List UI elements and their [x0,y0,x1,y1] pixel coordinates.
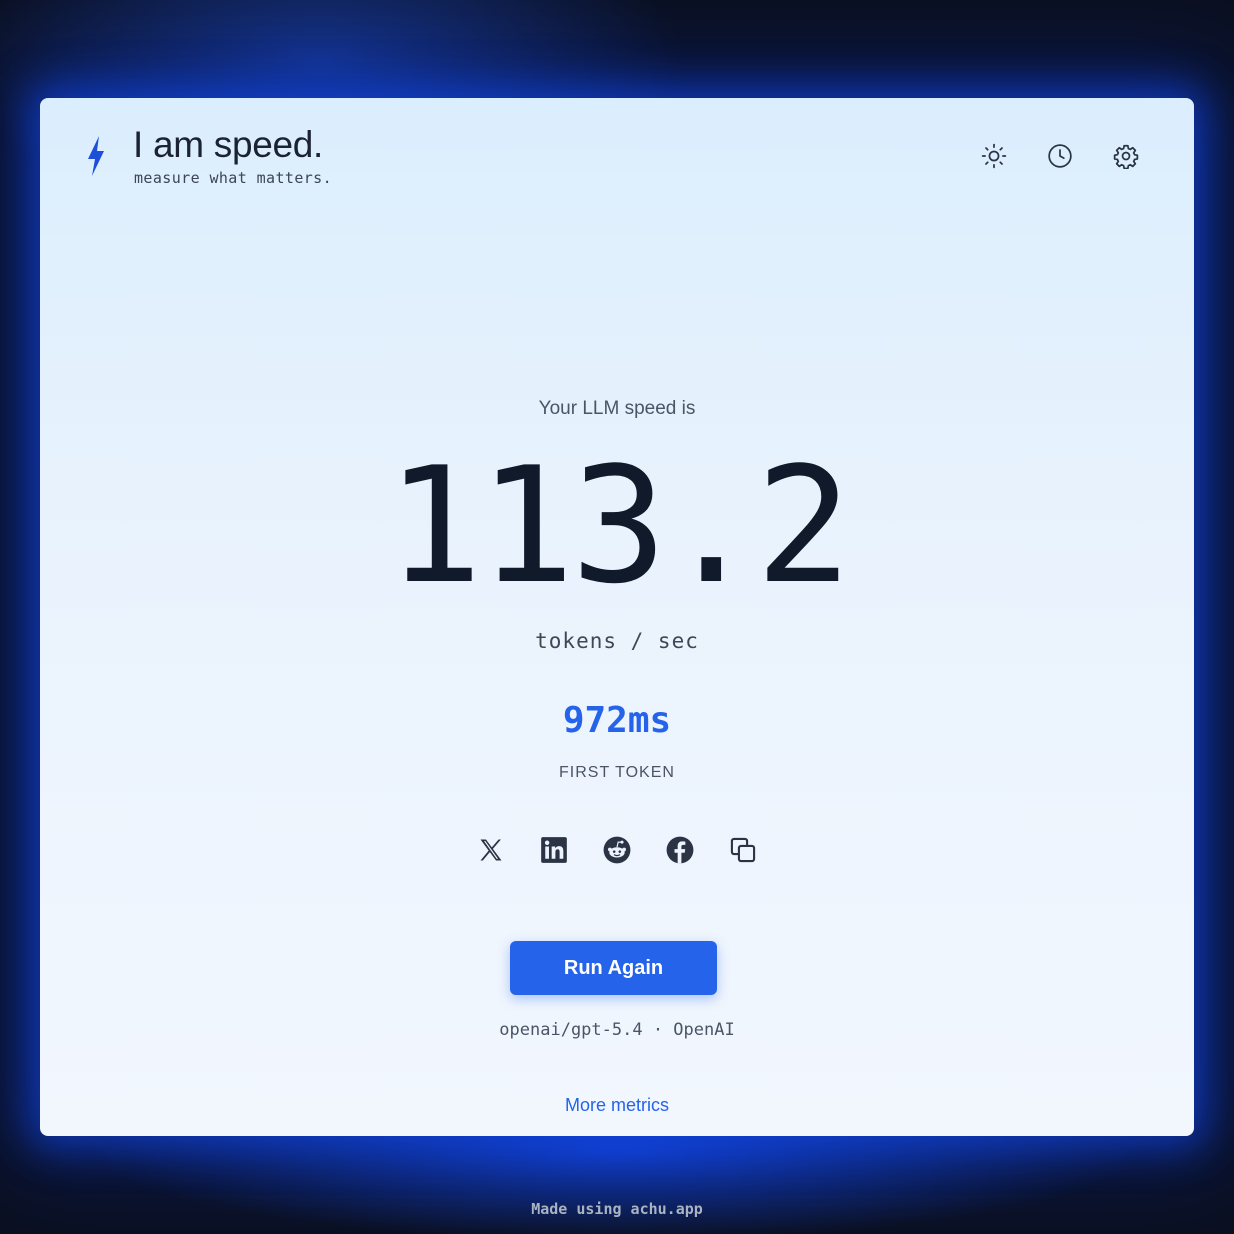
speed-unit: tokens / sec [535,629,699,653]
more-metrics-link[interactable]: More metrics [565,1095,669,1115]
copy-link-button[interactable] [729,836,757,864]
linkedin-icon [541,837,567,863]
footer-credit: Made using achu.app [531,1200,703,1218]
clock-icon [1048,144,1072,168]
settings-button[interactable] [1110,140,1142,172]
copy-icon [730,837,756,863]
run-again-button[interactable]: Run Again [510,941,717,995]
share-linkedin-button[interactable] [540,836,568,864]
history-button[interactable] [1044,140,1076,172]
theme-toggle-button[interactable] [978,140,1010,172]
tokens-per-second-value: 113.2 [386,432,852,619]
reddit-icon [603,836,631,864]
more-metrics-container: More metrics [40,1095,1194,1116]
model-info: openai/gpt-5.4 · OpenAI [499,1020,735,1040]
share-x-button[interactable] [477,836,505,864]
app-title: I am speed. [133,124,324,165]
facebook-icon [666,836,694,864]
share-facebook-button[interactable] [666,836,694,864]
sun-icon [981,143,1007,169]
x-icon [480,839,502,861]
first-token-label: FIRST TOKEN [559,764,675,781]
result-card: I am speed. measure what matters. Your L… [40,98,1194,1136]
share-bar [40,836,1194,864]
share-reddit-button[interactable] [603,836,631,864]
speed-lead-text: Your LLM speed is [538,398,696,419]
lightning-bolt-icon [84,134,108,178]
app-tagline: measure what matters. [134,169,333,187]
gear-icon [1113,144,1139,169]
first-token-latency-value: 972ms [562,700,672,741]
